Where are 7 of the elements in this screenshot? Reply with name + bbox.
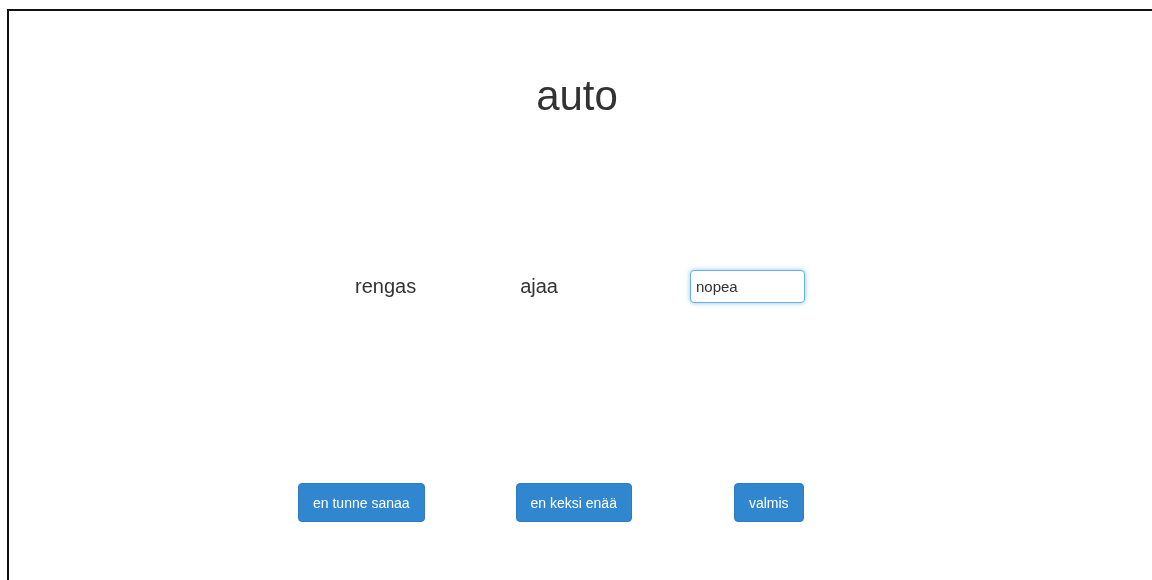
word: rengas — [355, 274, 417, 298]
title: auto — [535, 71, 619, 119]
action-button[interactable]: en keksi enää — [515, 483, 632, 522]
action-button[interactable]: en tunne sanaa — [298, 483, 425, 522]
word: ajaa — [520, 274, 558, 298]
input-field[interactable]: nopea — [689, 269, 805, 303]
action-button[interactable]: valmis — [733, 483, 804, 522]
